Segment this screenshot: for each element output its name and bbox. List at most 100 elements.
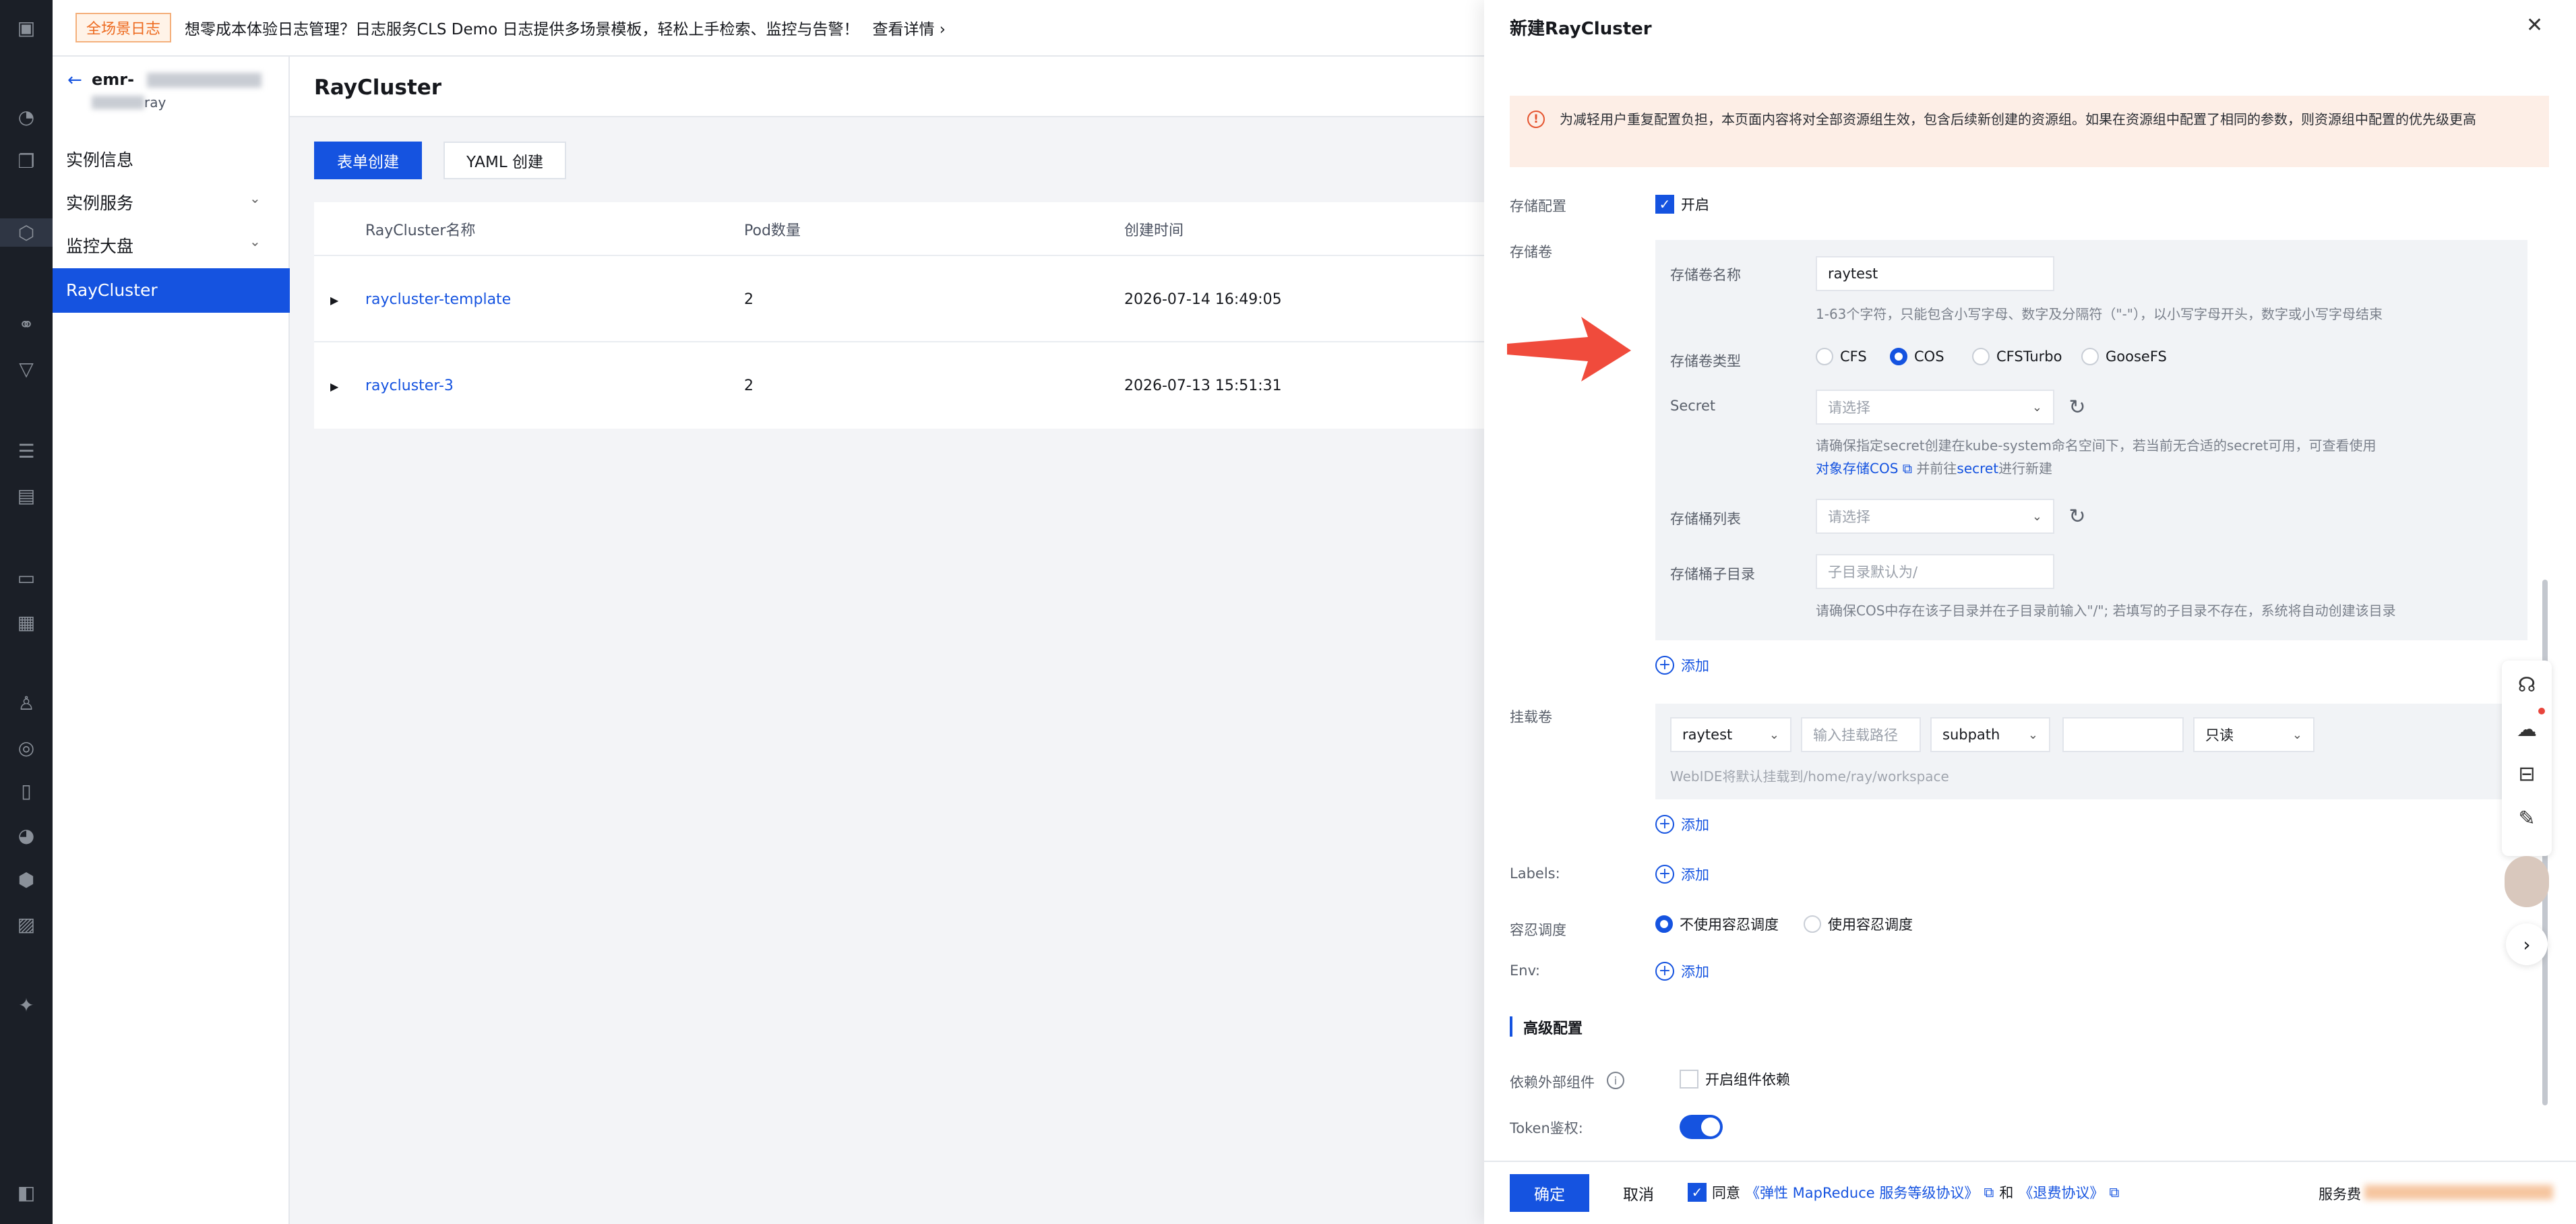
- instance-name: emr-: [92, 70, 135, 89]
- cancel-button[interactable]: 取消: [1599, 1174, 1678, 1212]
- volume-name-input[interactable]: raytest: [1816, 256, 2054, 291]
- toggle-knob: [1701, 1118, 1720, 1136]
- nav-item-raycluster[interactable]: RayCluster: [53, 268, 290, 313]
- grid-icon[interactable]: ▦: [12, 608, 40, 636]
- refund-link[interactable]: 《退费协议》: [2019, 1182, 2104, 1202]
- doc-icon[interactable]: ▯: [12, 776, 40, 805]
- storage-config-label: 存储配置: [1510, 198, 1566, 214]
- emr-logo-icon[interactable]: ▣: [12, 13, 40, 42]
- env-label: Env:: [1510, 962, 1540, 979]
- storage-config-checkbox[interactable]: ✓ 开启: [1655, 194, 1709, 214]
- mount-path-input[interactable]: 输入挂载路径: [1801, 717, 1921, 752]
- form-create-button[interactable]: 表单创建: [314, 142, 422, 179]
- deps-checkbox[interactable]: 开启组件依赖: [1680, 1069, 1790, 1089]
- expand-caret-icon[interactable]: ▶: [330, 380, 338, 393]
- nav-item-services[interactable]: 实例服务: [66, 190, 133, 214]
- col-header-pods: Pod数量: [744, 222, 801, 239]
- collapse-icon[interactable]: ◧: [12, 1178, 40, 1206]
- mount-mode-select[interactable]: 只读 ⌄: [2193, 717, 2314, 752]
- col-header-name: RayCluster名称: [365, 222, 476, 239]
- instance-sub: ray: [144, 94, 166, 111]
- refresh-icon[interactable]: ↻: [2065, 504, 2089, 528]
- fee-label: 服务费: [2319, 1186, 2361, 1202]
- plus-icon: +: [1655, 815, 1674, 834]
- product-rail: ▣ ◔ ❐ ⬡ ⚭ ▽ ☰ ▤ ▭ ▦ ♙ ◎ ▯ ◕ ⬢ ▨ ✦ ◧: [0, 0, 53, 1224]
- assistant-avatar[interactable]: [2505, 856, 2549, 907]
- chart-icon[interactable]: ◕: [12, 821, 40, 849]
- book-icon[interactable]: ⊟: [2505, 752, 2548, 795]
- promo-banner: 全场景日志 想零成本体验日志管理？日志服务CLS Demo 日志提供多场景模板，…: [53, 0, 1484, 57]
- radio-cfsturbo[interactable]: CFSTurbo: [1972, 348, 2062, 365]
- confirm-button[interactable]: 确定: [1510, 1174, 1589, 1212]
- page-title: RayCluster: [290, 57, 1484, 117]
- cluster-link[interactable]: raycluster-3: [365, 377, 454, 394]
- nav-item-info[interactable]: 实例信息: [66, 147, 133, 171]
- agree-checkbox[interactable]: ✓: [1688, 1183, 1707, 1202]
- yaml-create-button[interactable]: YAML 创建: [443, 142, 566, 179]
- notification-dot: [2538, 708, 2545, 714]
- banner-tag: 全场景日志: [75, 13, 172, 42]
- plus-icon: +: [1655, 656, 1674, 675]
- pod-count: 2: [744, 291, 754, 308]
- cluster-link[interactable]: raycluster-template: [365, 291, 511, 308]
- section-bar: [1510, 1016, 1512, 1037]
- plus-icon: +: [1655, 865, 1674, 884]
- subpath-select[interactable]: subpath ⌄: [1930, 717, 2050, 752]
- chevron-down-icon: ⌄: [2031, 509, 2042, 524]
- radio-goosefs[interactable]: GooseFS: [2081, 348, 2167, 365]
- refresh-icon[interactable]: ↻: [2065, 395, 2089, 419]
- close-icon[interactable]: ✕: [2526, 13, 2543, 37]
- shield-icon[interactable]: ⬢: [12, 865, 40, 894]
- token-toggle[interactable]: [1680, 1115, 1723, 1139]
- volume-type-label: 存储卷类型: [1670, 353, 1741, 369]
- chevron-right-icon[interactable]: ›: [2506, 923, 2548, 965]
- expand-caret-icon[interactable]: ▶: [330, 294, 338, 307]
- subdir-hint: 请确保COS中存在该子目录并在子目录前输入"/"; 若填写的子目录不存在，系统将…: [1816, 603, 2396, 619]
- radio-no-tolerate[interactable]: 不使用容忍调度: [1655, 914, 1779, 934]
- storage-label: 存储卷: [1510, 244, 1552, 260]
- redacted-sub: [92, 96, 144, 109]
- list-icon[interactable]: ☰: [12, 437, 40, 465]
- subdir-label: 存储桶子目录: [1670, 566, 1755, 582]
- mount-volume-select[interactable]: raytest ⌄: [1670, 717, 1791, 752]
- secret-select[interactable]: 请选择 ⌄: [1816, 390, 2054, 425]
- create-raycluster-drawer: 新建RayCluster ✕ ! 为减轻用户重复配置负担，本页面内容将对全部资源…: [1484, 0, 2576, 1224]
- monitor-icon[interactable]: ◎: [12, 733, 40, 762]
- feedback-icon[interactable]: ✎: [2505, 797, 2548, 840]
- dashboard-icon[interactable]: ◔: [12, 102, 40, 131]
- tolerate-label: 容忍调度: [1510, 922, 1566, 938]
- add-mount-button[interactable]: + 添加: [1655, 814, 1709, 834]
- server-icon[interactable]: ▭: [12, 563, 40, 592]
- link-icon[interactable]: ⚭: [12, 310, 40, 338]
- table-icon[interactable]: ▤: [12, 481, 40, 510]
- copy-icon[interactable]: ❐: [12, 147, 40, 175]
- add-env-button[interactable]: + 添加: [1655, 961, 1709, 981]
- warning-icon: !: [1527, 111, 1545, 128]
- user-icon[interactable]: ♙: [12, 689, 40, 717]
- cube-icon[interactable]: ⬡: [0, 218, 53, 247]
- nav-item-monitor[interactable]: 监控大盘: [66, 233, 133, 257]
- banner-link[interactable]: 查看详情 ›: [872, 16, 946, 39]
- ai-icon[interactable]: ✦: [12, 991, 40, 1019]
- add-volume-button[interactable]: + 添加: [1655, 655, 1709, 675]
- chevron-down-icon: ⌄: [2027, 727, 2038, 742]
- agreement: ✓ 同意 《弹性 MapReduce 服务等级协议》 ⧉ 和 《退费协议》 ⧉: [1688, 1182, 2119, 1202]
- back-arrow-icon[interactable]: ←: [67, 70, 82, 90]
- annotation-arrow-icon: [1507, 317, 1631, 381]
- sla-link[interactable]: 《弹性 MapReduce 服务等级协议》: [1746, 1182, 1978, 1202]
- bucket-select[interactable]: 请选择 ⌄: [1816, 499, 2054, 534]
- agree-text: 同意: [1712, 1185, 1740, 1201]
- subdir-input[interactable]: 子目录默认为/: [1816, 554, 2054, 589]
- advanced-heading: 高级配置: [1523, 1020, 1583, 1037]
- radio-cos[interactable]: COS: [1890, 348, 1944, 365]
- filter-icon[interactable]: ▽: [12, 355, 40, 383]
- radio-tolerate[interactable]: 使用容忍调度: [1804, 914, 1913, 934]
- cos-link[interactable]: 对象存储COS: [1816, 460, 1898, 477]
- image-icon[interactable]: ▨: [12, 910, 40, 938]
- add-label-button[interactable]: + 添加: [1655, 864, 1709, 884]
- secret-link[interactable]: secret: [1957, 460, 1998, 477]
- subpath-input[interactable]: [2062, 717, 2184, 752]
- info-icon[interactable]: i: [1607, 1072, 1624, 1089]
- headset-icon[interactable]: ☊: [2505, 663, 2548, 706]
- radio-cfs[interactable]: CFS: [1816, 348, 1867, 365]
